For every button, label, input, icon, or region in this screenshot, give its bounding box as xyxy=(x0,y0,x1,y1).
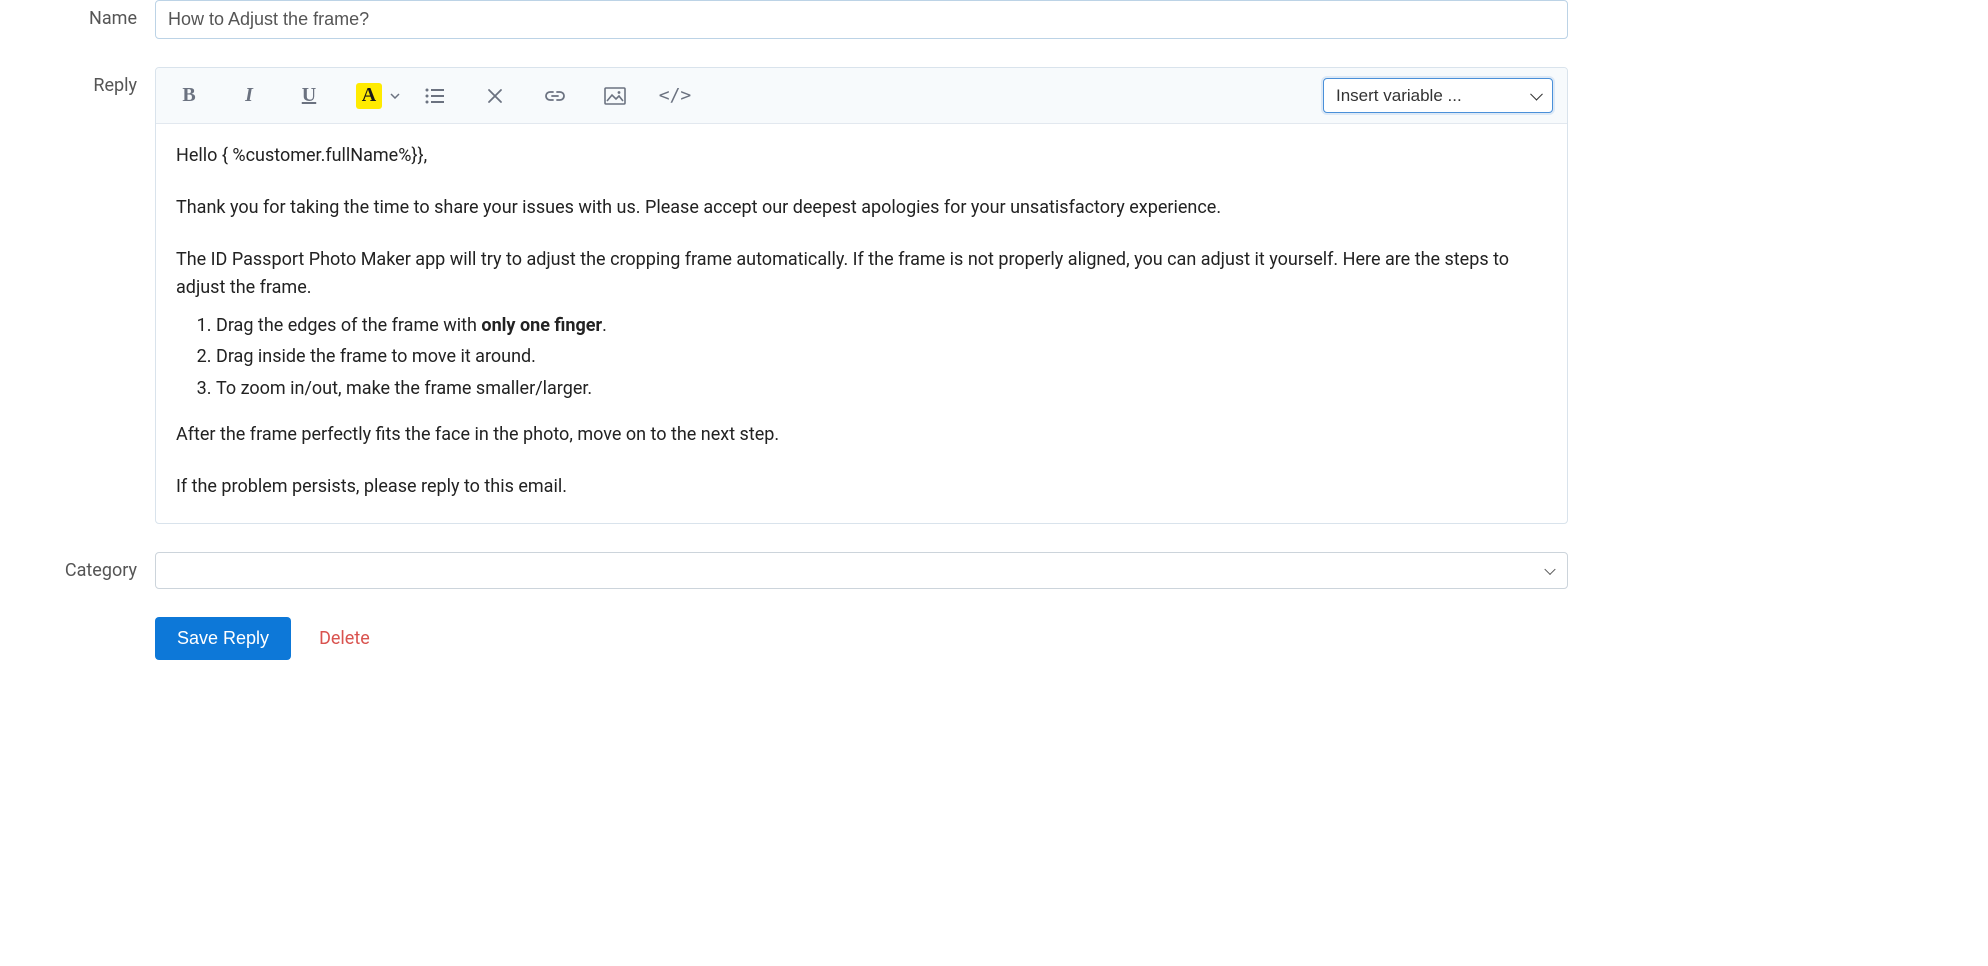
reply-body-editor[interactable]: Hello { %customer.fullName%}}, Thank you… xyxy=(156,124,1567,523)
category-label: Category xyxy=(10,552,155,581)
text-color-dropdown[interactable] xyxy=(384,80,406,112)
image-icon xyxy=(604,87,626,105)
save-reply-button[interactable]: Save Reply xyxy=(155,617,291,660)
list-button[interactable] xyxy=(416,80,454,112)
reply-greeting: Hello { %customer.fullName%}}, xyxy=(176,142,1547,170)
insert-variable-select[interactable]: Insert variable ... xyxy=(1323,78,1553,113)
image-button[interactable] xyxy=(596,80,634,112)
text-color-button[interactable]: A xyxy=(356,83,382,109)
clear-format-button[interactable] xyxy=(476,80,514,112)
underline-button[interactable]: U xyxy=(290,80,328,112)
category-select[interactable] xyxy=(155,552,1568,589)
reply-step-2: Drag inside the frame to move it around. xyxy=(216,343,1547,371)
reply-intro: Thank you for taking the time to share y… xyxy=(176,194,1547,222)
link-button[interactable] xyxy=(536,80,574,112)
editor-toolbar: B I U A xyxy=(156,68,1567,124)
reply-steps-list: Drag the edges of the frame with only on… xyxy=(216,312,1547,404)
reply-label: Reply xyxy=(10,67,155,96)
italic-button[interactable]: I xyxy=(230,80,268,112)
reply-explain: The ID Passport Photo Maker app will try… xyxy=(176,246,1547,302)
reply-closing: If the problem persists, please reply to… xyxy=(176,473,1547,501)
reply-step-1: Drag the edges of the frame with only on… xyxy=(216,312,1547,340)
bold-button[interactable]: B xyxy=(170,80,208,112)
delete-link[interactable]: Delete xyxy=(319,628,370,649)
reply-after: After the frame perfectly fits the face … xyxy=(176,421,1547,449)
close-icon xyxy=(487,88,503,104)
link-icon xyxy=(544,90,566,102)
reply-editor: B I U A xyxy=(155,67,1568,524)
caret-down-icon xyxy=(390,93,400,99)
name-input[interactable] xyxy=(155,0,1568,39)
code-button[interactable]: </> xyxy=(656,80,694,112)
list-icon xyxy=(425,88,445,104)
name-label: Name xyxy=(10,0,155,29)
reply-step-3: To zoom in/out, make the frame smaller/l… xyxy=(216,375,1547,403)
